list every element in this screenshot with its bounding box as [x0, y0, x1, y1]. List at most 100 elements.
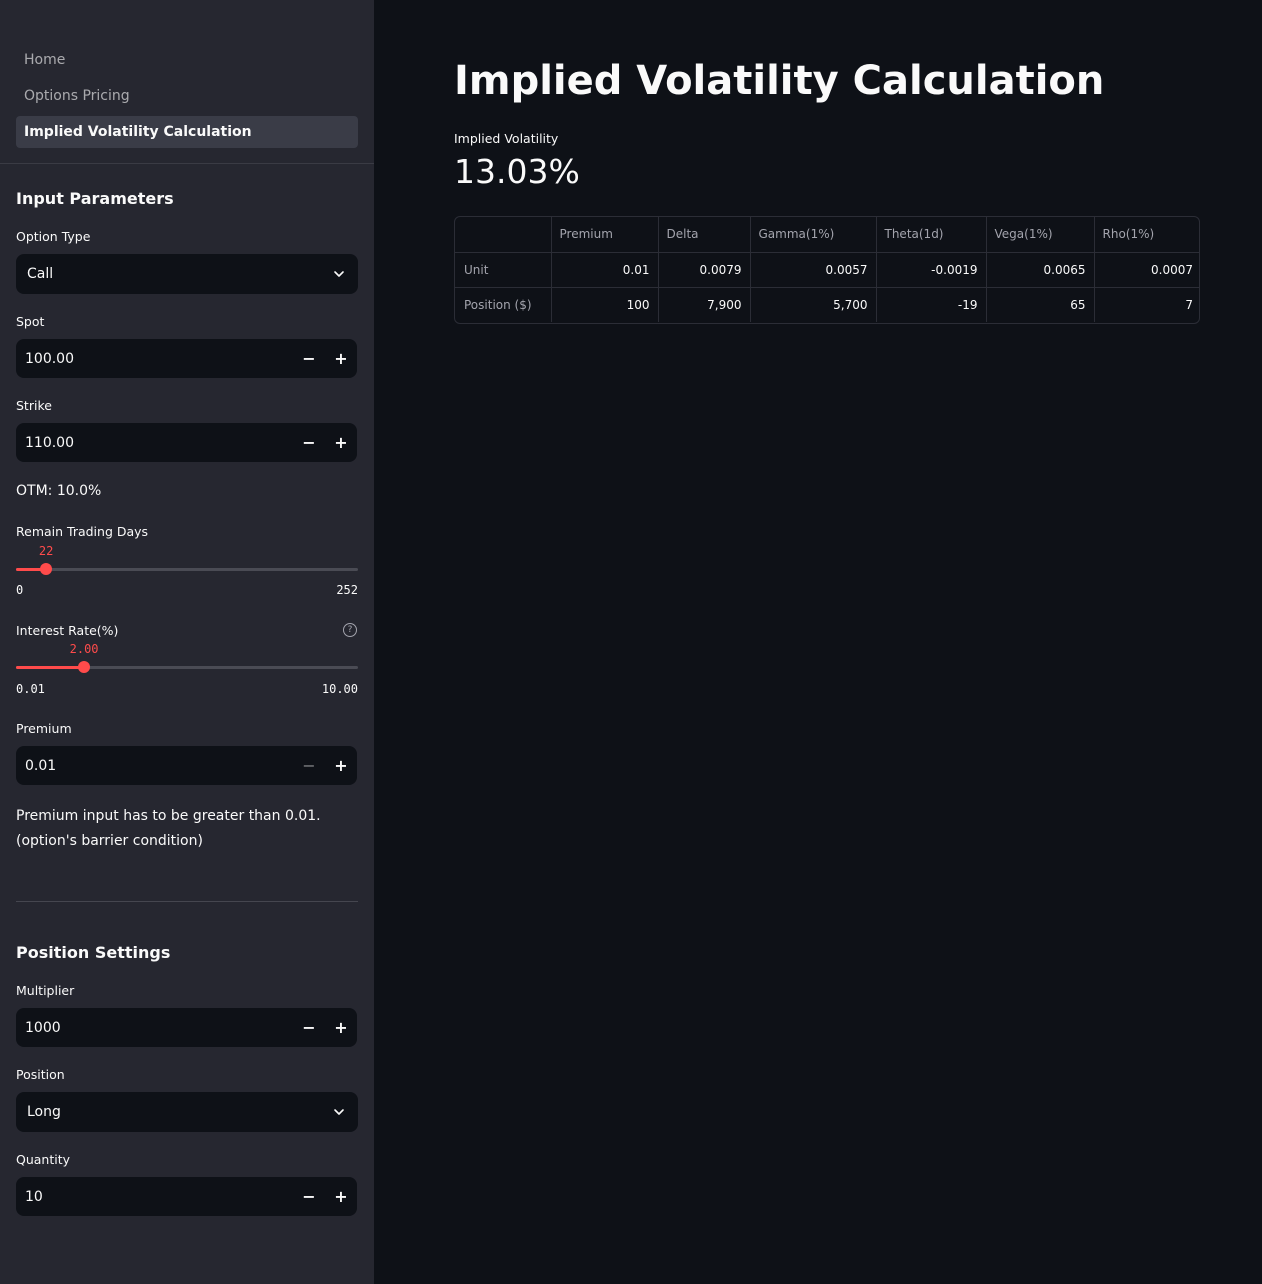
plus-icon: +: [334, 1018, 348, 1037]
minus-icon: −: [302, 349, 316, 368]
spot-value[interactable]: 100.00: [16, 351, 293, 367]
main-content: Implied Volatility Calculation Implied V…: [374, 0, 1262, 1284]
table-cell: 0.0065: [986, 252, 1095, 288]
table-cell: 7,900: [658, 287, 751, 322]
page-title: Implied Volatility Calculation: [454, 58, 1105, 104]
sidebar: Home Options Pricing Implied Volatility …: [0, 0, 374, 1284]
multiplier-input[interactable]: 1000 − +: [16, 1008, 357, 1047]
option-type-label: Option Type: [16, 229, 91, 244]
strike-input[interactable]: 110.00 − +: [16, 423, 357, 462]
table-row: Position ($) 100 7,900 5,700 -19 65 7: [455, 287, 1199, 322]
table-cell: 0.0057: [750, 252, 877, 288]
sidebar-nav: Home Options Pricing Implied Volatility …: [0, 0, 374, 148]
premium-note-line1: Premium input has to be greater than 0.0…: [16, 808, 321, 824]
interest-rate-slider[interactable]: 2.00: [16, 642, 358, 673]
position-value: Long: [27, 1104, 61, 1120]
table-cell: 5,700: [750, 287, 877, 322]
slider-max-label: 10.00: [321, 682, 358, 696]
interest-rate-label: Interest Rate(%): [16, 623, 119, 638]
table-row-label: Position ($): [455, 287, 552, 322]
table-header[interactable]: Premium: [551, 217, 659, 253]
plus-icon: +: [334, 433, 348, 452]
minus-icon: −: [302, 756, 316, 775]
position-select[interactable]: Long: [16, 1092, 358, 1132]
table-header[interactable]: Vega(1%): [986, 217, 1095, 253]
spot-decrement-button[interactable]: −: [293, 339, 325, 378]
slider-current-value: 2.00: [69, 642, 99, 656]
table-header[interactable]: Gamma(1%): [750, 217, 877, 253]
table-cell: 65: [986, 287, 1095, 322]
strike-increment-button[interactable]: +: [325, 423, 357, 462]
table-header-index: [455, 217, 552, 253]
strike-value[interactable]: 110.00: [16, 435, 293, 451]
nav-item-implied-volatility[interactable]: Implied Volatility Calculation: [16, 116, 358, 148]
slider-min-label: 0: [16, 583, 24, 597]
table-row-label: Unit: [455, 252, 552, 288]
remain-days-label: Remain Trading Days: [16, 524, 149, 539]
premium-note-line2: (option's barrier condition): [16, 833, 203, 849]
strike-decrement-button[interactable]: −: [293, 423, 325, 462]
premium-decrement-button[interactable]: −: [293, 746, 325, 785]
section-divider: [16, 901, 358, 902]
slider-max-label: 252: [336, 583, 358, 597]
spot-increment-button[interactable]: +: [325, 339, 357, 378]
remain-days-slider[interactable]: 22: [16, 544, 358, 575]
plus-icon: +: [334, 756, 348, 775]
premium-value[interactable]: 0.01: [16, 758, 293, 774]
plus-icon: +: [334, 349, 348, 368]
quantity-value[interactable]: 10: [16, 1189, 293, 1205]
premium-note: Premium input has to be greater than 0.0…: [16, 804, 358, 854]
nav-item-options-pricing[interactable]: Options Pricing: [16, 80, 358, 112]
table-header-row: Premium Delta Gamma(1%) Theta(1d) Vega(1…: [455, 217, 1199, 253]
table-cell: 100: [551, 287, 659, 322]
minus-icon: −: [302, 433, 316, 452]
premium-increment-button[interactable]: +: [325, 746, 357, 785]
metric-label: Implied Volatility: [454, 131, 559, 146]
option-type-value: Call: [27, 266, 54, 282]
table-cell: -19: [876, 287, 987, 322]
minus-icon: −: [302, 1187, 316, 1206]
slider-thumb[interactable]: [39, 563, 52, 575]
chevron-down-icon: [334, 271, 344, 277]
table-row: Unit 0.01 0.0079 0.0057 -0.0019 0.0065 0…: [455, 252, 1199, 288]
multiplier-value[interactable]: 1000: [16, 1020, 293, 1036]
table-cell: 0.0007: [1094, 252, 1199, 288]
multiplier-label: Multiplier: [16, 983, 75, 998]
quantity-decrement-button[interactable]: −: [293, 1177, 325, 1216]
slider-fill: [16, 666, 85, 669]
input-parameters-title: Input Parameters: [16, 189, 174, 208]
quantity-increment-button[interactable]: +: [325, 1177, 357, 1216]
position-settings-title: Position Settings: [16, 943, 171, 962]
plus-icon: +: [334, 1187, 348, 1206]
table-cell: 0.01: [551, 252, 659, 288]
position-label: Position: [16, 1067, 65, 1082]
help-icon[interactable]: ?: [343, 623, 357, 637]
option-type-select[interactable]: Call: [16, 254, 358, 294]
metric-value: 13.03%: [454, 152, 580, 191]
slider-thumb[interactable]: [78, 661, 91, 673]
slider-min-label: 0.01: [16, 682, 45, 696]
table-cell: -0.0019: [876, 252, 987, 288]
slider-track: [16, 661, 358, 673]
otm-text: OTM: 10.0%: [16, 483, 102, 499]
quantity-input[interactable]: 10 − +: [16, 1177, 357, 1216]
spot-input[interactable]: 100.00 − +: [16, 339, 357, 378]
spot-label: Spot: [16, 314, 45, 329]
multiplier-increment-button[interactable]: +: [325, 1008, 357, 1047]
chevron-down-icon: [334, 1109, 344, 1115]
minus-icon: −: [302, 1018, 316, 1037]
nav-divider: [0, 163, 374, 164]
greeks-table[interactable]: Premium Delta Gamma(1%) Theta(1d) Vega(1…: [454, 216, 1200, 324]
slider-track: [16, 563, 358, 575]
premium-input[interactable]: 0.01 − +: [16, 746, 357, 785]
premium-label: Premium: [16, 721, 72, 736]
table-cell: 0.0079: [658, 252, 751, 288]
nav-item-home[interactable]: Home: [16, 44, 358, 76]
table-cell: 7: [1185, 297, 1193, 312]
table-header[interactable]: Delta: [658, 217, 751, 253]
table-header[interactable]: Theta(1d): [876, 217, 987, 253]
table-header[interactable]: Rho(1%): [1094, 217, 1199, 253]
multiplier-decrement-button[interactable]: −: [293, 1008, 325, 1047]
quantity-label: Quantity: [16, 1152, 71, 1167]
strike-label: Strike: [16, 398, 52, 413]
